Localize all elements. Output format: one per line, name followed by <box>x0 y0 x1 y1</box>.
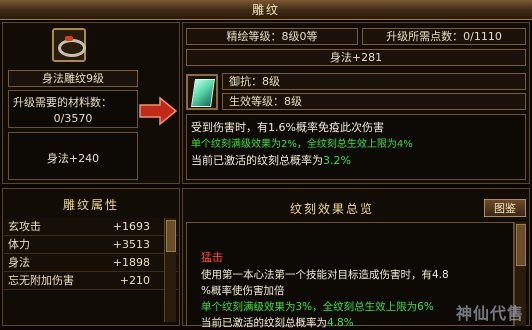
materials-box: 升级需要的材料数： 0/3570 <box>8 90 138 128</box>
attribute-value: +1693 <box>112 220 150 233</box>
item-slot[interactable] <box>52 28 86 62</box>
effects-title: 纹刻效果总览 <box>289 202 374 216</box>
effect-entry-line-1: 使用第一本心法第一个技能对目标造成伤害时，有4.8 <box>201 269 449 281</box>
effect-entry-line-4-prefix: 当前已激活的纹刻总概率为 <box>201 317 327 329</box>
attribute-value: +1898 <box>112 256 150 269</box>
craft-level: 精绘等级：8级0等 <box>186 28 358 45</box>
upgrade-arrow-icon <box>139 96 178 126</box>
left-stat-box: 身法+240 <box>8 132 138 180</box>
defense-level: 御抗：8级 <box>222 73 526 90</box>
desc-line-2: 单个纹刻满级效果为2%，全纹刻总生效上限为4% <box>191 139 413 150</box>
effect-entry-title: 猛击 <box>201 251 223 264</box>
effect-level: 生效等级：8级 <box>222 93 526 110</box>
attribute-row: 体力 +3513 <box>4 236 178 254</box>
window-title: 雕纹 <box>0 0 532 20</box>
codex-button[interactable]: 图鉴 <box>484 199 526 217</box>
right-stat-value: 身法+281 <box>186 49 526 66</box>
attributes-scrollbar[interactable] <box>164 218 176 322</box>
jade-engraving-icon <box>191 79 215 107</box>
desc-line-3: 当前已激活的纹刻总概率为3.2% <box>191 152 351 168</box>
effect-entry-line-4: 当前已激活的纹刻总概率为4.8% <box>201 315 354 330</box>
desc-line-1: 受到伤害时，有1.6%概率免疫此次伤害 <box>191 121 384 134</box>
materials-label: 升级需要的材料数： <box>13 96 112 109</box>
watermark: 神仙代售 <box>455 304 524 323</box>
attributes-list: 玄攻击 +1693 体力 +3513 身法 +1898 忘无附加伤害 +210 <box>4 218 178 290</box>
ring-gem-icon <box>65 36 73 41</box>
upgrade-points: 升级所需点数：0/1110 <box>362 28 526 45</box>
effect-entry-line-4-value: 4.8% <box>327 317 354 329</box>
desc-line-3-value: 3.2% <box>323 154 351 167</box>
ring-icon <box>58 39 86 57</box>
attribute-value: +210 <box>119 274 150 287</box>
effect-entry-line-2: %概率使伤害加倍 <box>201 285 285 297</box>
item-name: 身法雕纹9级 <box>8 70 138 87</box>
engraving-slot[interactable] <box>186 74 218 110</box>
attribute-name: 玄攻击 <box>8 220 41 233</box>
desc-line-3-prefix: 当前已激活的纹刻总概率为 <box>191 154 323 167</box>
attribute-row: 玄攻击 +1693 <box>4 218 178 236</box>
left-stat-value: 身法+240 <box>46 152 100 165</box>
attributes-scroll-thumb[interactable] <box>166 220 176 252</box>
attributes-title: 雕纹属性 <box>62 198 119 212</box>
effect-entry-line-3: 单个纹刻满级效果为3%，全纹刻总生效上限为6% <box>201 301 434 313</box>
attribute-row: 忘无附加伤害 +210 <box>4 272 178 290</box>
attribute-name: 体力 <box>8 238 30 251</box>
attribute-name: 忘无附加伤害 <box>8 274 74 287</box>
attribute-value: +3513 <box>112 238 150 251</box>
effect-description-box: 受到伤害时，有1.6%概率免疫此次伤害 单个纹刻满级效果为2%，全纹刻总生效上限… <box>186 114 526 180</box>
materials-value: 0/3570 <box>53 112 93 125</box>
attribute-row: 身法 +1898 <box>4 254 178 272</box>
attribute-name: 身法 <box>8 256 30 269</box>
effects-scroll-thumb[interactable] <box>516 224 526 266</box>
